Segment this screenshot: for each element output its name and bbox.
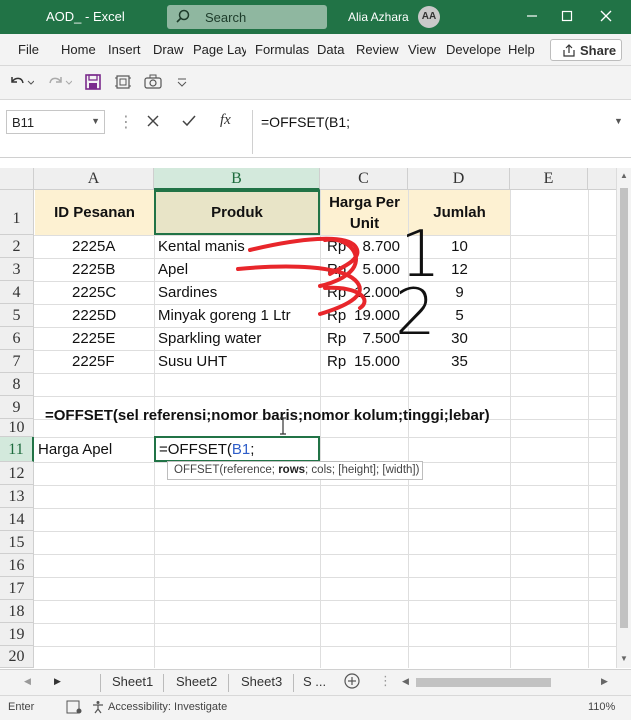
formula-input[interactable]: =OFFSET(B1;: [252, 110, 624, 154]
hscroll-left-icon[interactable]: ◀: [402, 676, 409, 687]
formula-bar: B11 ▼ ⋮ fx =OFFSET(B1; ▼: [0, 100, 631, 158]
sheet-tab-2[interactable]: Sheet2: [176, 674, 217, 689]
tab-formulas[interactable]: Formulas: [255, 42, 309, 57]
expand-formula-icon[interactable]: ▼: [614, 116, 623, 126]
scroll-thumb[interactable]: [620, 188, 628, 628]
share-label: Share: [580, 43, 617, 58]
annotation-number-2: 2: [395, 276, 436, 350]
window-title: AOD_ - Excel: [46, 9, 125, 24]
sheet-tab-3[interactable]: Sheet3: [241, 674, 282, 689]
accessibility-icon[interactable]: [91, 700, 105, 717]
hscroll-right-icon[interactable]: ▶: [601, 676, 608, 687]
undo-icon[interactable]: [8, 73, 35, 94]
scroll-up-icon[interactable]: ▲: [620, 171, 628, 180]
add-sheet-icon[interactable]: [343, 672, 361, 693]
scroll-down-icon[interactable]: ▼: [620, 654, 628, 663]
ink-stroke-3: [236, 264, 362, 316]
sheet-tab-more[interactable]: S ...: [303, 674, 326, 689]
search-box[interactable]: Search: [167, 5, 327, 29]
horizontal-scroll-thumb[interactable]: [416, 678, 551, 687]
tab-view[interactable]: View: [408, 42, 436, 57]
status-bar: Enter Accessibility: Investigate 110%: [0, 695, 631, 720]
redo-icon[interactable]: [46, 73, 73, 94]
quick-access-toolbar: [0, 66, 631, 100]
minimize-icon[interactable]: [518, 4, 546, 30]
scroll-tabs-right-icon[interactable]: ▶: [54, 676, 61, 687]
text-cursor-icon: [280, 417, 286, 435]
tab-page-layout[interactable]: Page Layout: [193, 42, 246, 57]
tab-draw[interactable]: Draw: [153, 42, 183, 57]
title-bar: AOD_ - Excel Search Alia Azhara AA: [0, 0, 631, 34]
sheet-tab-1[interactable]: Sheet1: [112, 674, 153, 689]
insert-function-icon[interactable]: fx: [220, 112, 231, 129]
formula-text: =OFFSET(B1;: [261, 114, 351, 130]
vertical-scrollbar[interactable]: ▲ ▼: [616, 168, 631, 668]
form-icon[interactable]: [114, 73, 132, 94]
sheet-tabs-bar: ◀ ▶ Sheet1 Sheet2 Sheet3 S ... ⋮ ◀ ▶: [0, 669, 631, 695]
worksheet-grid[interactable]: A B C D E 1 2 3 4 5 6 7 8 9 10 11 12 13 …: [0, 168, 631, 668]
avatar[interactable]: AA: [418, 6, 440, 28]
share-button[interactable]: Share: [550, 39, 622, 61]
enter-icon[interactable]: [181, 114, 197, 131]
customize-toolbar-icon[interactable]: [176, 73, 188, 94]
camera-icon[interactable]: [143, 73, 163, 94]
close-icon[interactable]: [592, 4, 620, 30]
ink-annotations: [236, 236, 367, 316]
search-icon: [176, 9, 190, 23]
tab-file[interactable]: File: [18, 42, 39, 57]
save-icon[interactable]: [84, 73, 102, 94]
status-mode: Enter: [8, 701, 35, 713]
chevron-down-icon[interactable]: ▼: [91, 116, 100, 126]
maximize-icon[interactable]: [553, 4, 581, 30]
tab-developer[interactable]: Developer: [446, 42, 501, 57]
formula-bar-grip-icon: ⋮: [118, 114, 134, 131]
tab-insert[interactable]: Insert: [108, 42, 141, 57]
tab-home[interactable]: Home: [61, 42, 96, 57]
zoom-level[interactable]: 110%: [588, 701, 615, 713]
search-label: Search: [205, 10, 247, 25]
tab-data[interactable]: Data: [317, 42, 344, 57]
macro-record-icon[interactable]: [66, 700, 82, 717]
name-box-value: B11: [12, 115, 35, 130]
tab-review[interactable]: Review: [356, 42, 399, 57]
ribbon-tabs: File Home Insert Draw Page Layout Formul…: [0, 34, 631, 66]
tab-help[interactable]: Help: [508, 42, 535, 57]
share-icon: [563, 44, 575, 57]
name-box[interactable]: B11 ▼: [6, 110, 105, 134]
cancel-icon[interactable]: [146, 114, 160, 131]
user-name: Alia Azhara: [348, 10, 409, 24]
scroll-tabs-left-icon[interactable]: ◀: [24, 676, 31, 687]
accessibility-status[interactable]: Accessibility: Investigate: [108, 701, 227, 713]
tab-split-grip-icon[interactable]: ⋮: [379, 673, 392, 689]
